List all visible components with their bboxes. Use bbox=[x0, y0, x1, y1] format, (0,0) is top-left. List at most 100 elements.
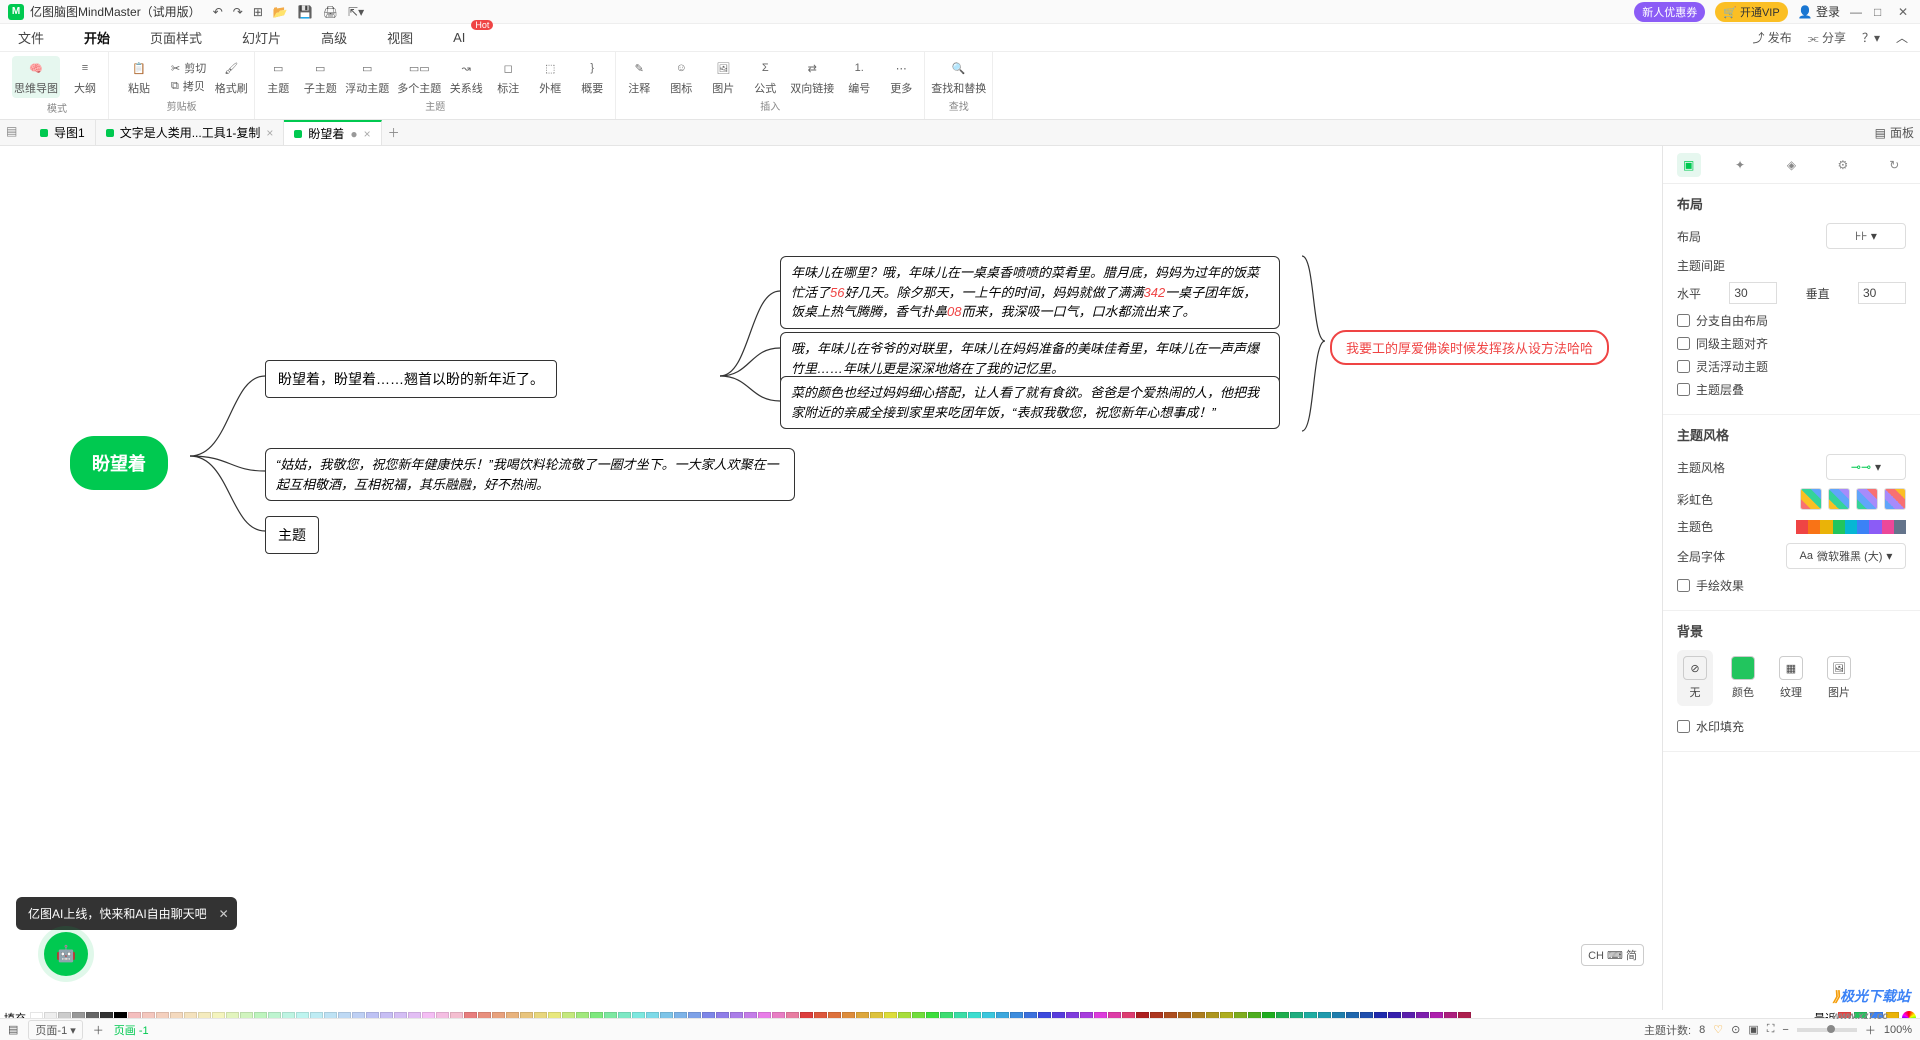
paste-button[interactable]: 📋粘贴 bbox=[115, 58, 163, 96]
callout-button[interactable]: ◻标注 bbox=[491, 58, 525, 96]
panel-tab-style-icon[interactable]: ✦ bbox=[1728, 153, 1752, 177]
page-list-icon[interactable]: ▤ bbox=[8, 1023, 18, 1036]
menu-slide[interactable]: 幻灯片 bbox=[236, 24, 287, 51]
tab-list-icon[interactable]: ▤ bbox=[6, 124, 24, 142]
formula-button[interactable]: Σ公式 bbox=[748, 58, 782, 96]
panel-toggle[interactable]: ▤ 面板 bbox=[1875, 124, 1914, 141]
menu-start[interactable]: 开始 bbox=[78, 24, 116, 51]
image-button[interactable]: 🖼图片 bbox=[706, 58, 740, 96]
branch-node-1[interactable]: 盼望着，盼望着……翘首以盼的新年近了。 bbox=[265, 360, 557, 398]
add-tab-icon[interactable]: ＋ bbox=[388, 124, 400, 141]
zoom-slider[interactable] bbox=[1797, 1028, 1857, 1032]
h-spacing-input[interactable]: 30 bbox=[1729, 282, 1777, 304]
bg-image[interactable]: 🖼图片 bbox=[1821, 650, 1857, 706]
minimize-icon[interactable]: — bbox=[1850, 5, 1864, 19]
undo-icon[interactable]: ↶ bbox=[213, 5, 223, 19]
redo-icon[interactable]: ↷ bbox=[233, 5, 243, 19]
panel-tab-settings-icon[interactable]: ⚙ bbox=[1831, 153, 1855, 177]
page-select[interactable]: 页面-1 ▾ bbox=[28, 1020, 82, 1040]
branch-node-2[interactable]: “姑姑，我敬您，祝您新年健康快乐！”我喝饮料轮流敬了一圈才坐下。一大家人欢聚在一… bbox=[265, 448, 795, 501]
find-replace-button[interactable]: 🔍查找和替换 bbox=[931, 58, 986, 96]
comment-button[interactable]: ✎注释 bbox=[622, 58, 656, 96]
zoom-out-icon[interactable]: − bbox=[1782, 1024, 1788, 1036]
menu-ai[interactable]: AIHot bbox=[447, 26, 471, 49]
subtopic-button[interactable]: ▭子主题 bbox=[303, 58, 337, 96]
cut-button[interactable]: ✂ 剪切 bbox=[171, 60, 206, 76]
menu-file[interactable]: 文件 bbox=[12, 24, 50, 51]
collapse-ribbon-icon[interactable]: ︿ bbox=[1896, 29, 1908, 46]
mode-mindmap-button[interactable]: 🧠思维导图 bbox=[12, 56, 60, 98]
copy-button[interactable]: ⧉ 拷贝 bbox=[171, 78, 206, 94]
doctab-2[interactable]: 盼望着●× bbox=[284, 120, 381, 145]
more-button[interactable]: ⋯更多 bbox=[884, 58, 918, 96]
page-name[interactable]: 页画 -1 bbox=[114, 1022, 149, 1038]
rainbow-swatch[interactable] bbox=[1828, 488, 1850, 510]
number-button[interactable]: 1.编号 bbox=[842, 58, 876, 96]
ai-fab[interactable]: 🤖 bbox=[44, 932, 88, 976]
canvas[interactable]: 盼望着 盼望着，盼望着……翘首以盼的新年近了。 年味儿在哪里？哦，年味儿在一桌桌… bbox=[0, 146, 1662, 1010]
share-link[interactable]: ⫘ 分享 bbox=[1808, 29, 1846, 46]
export-icon[interactable]: ⇱▾ bbox=[348, 5, 364, 19]
ime-badge[interactable]: CH ⌨ 简 bbox=[1581, 944, 1644, 966]
mode-outline-button[interactable]: ≡大纲 bbox=[68, 58, 102, 96]
bg-none[interactable]: ⊘无 bbox=[1677, 650, 1713, 706]
panel-tab-layout-icon[interactable]: ▣ bbox=[1677, 153, 1701, 177]
float-topic-button[interactable]: ▭浮动主题 bbox=[345, 58, 389, 96]
collapse-checkbox[interactable]: 主题层叠 bbox=[1677, 381, 1906, 398]
open-icon[interactable]: 📂 bbox=[273, 5, 288, 19]
login-link[interactable]: 👤 登录 bbox=[1798, 3, 1840, 20]
bg-texture[interactable]: ▦纹理 bbox=[1773, 650, 1809, 706]
watermark-checkbox[interactable]: 水印填充 bbox=[1677, 718, 1906, 735]
menu-page[interactable]: 页面样式 bbox=[144, 24, 208, 51]
close-tab-icon[interactable]: × bbox=[364, 127, 371, 141]
rainbow-swatch[interactable] bbox=[1884, 488, 1906, 510]
float-checkbox[interactable]: 灵活浮动主题 bbox=[1677, 358, 1906, 375]
panel-tab-history-icon[interactable]: ↻ bbox=[1882, 153, 1906, 177]
root-node[interactable]: 盼望着 bbox=[70, 436, 168, 490]
publish-link[interactable]: ⤴ 发布 bbox=[1752, 29, 1791, 46]
new-icon[interactable]: ⊞ bbox=[253, 5, 263, 19]
topic-button[interactable]: ▭主题 bbox=[261, 58, 295, 96]
vip-badge[interactable]: 🛒 开通VIP bbox=[1715, 2, 1787, 22]
multi-topic-button[interactable]: ▭▭多个主题 bbox=[397, 58, 441, 96]
handdrawn-checkbox[interactable]: 手绘效果 bbox=[1677, 577, 1906, 594]
close-tab-icon[interactable]: × bbox=[266, 126, 273, 140]
rainbow-swatch[interactable] bbox=[1856, 488, 1878, 510]
help-icon[interactable]: ？▾ bbox=[1862, 29, 1880, 46]
bg-color[interactable]: 颜色 bbox=[1725, 650, 1761, 706]
toast-close-icon[interactable]: ✕ bbox=[219, 907, 229, 921]
add-page-icon[interactable]: ＋ bbox=[93, 1022, 104, 1038]
zoom-in-icon[interactable]: ＋ bbox=[1865, 1022, 1876, 1038]
doctab-1[interactable]: 文字是人类用...工具1-复制× bbox=[96, 120, 285, 145]
menu-view[interactable]: 视图 bbox=[381, 24, 419, 51]
maximize-icon[interactable]: □ bbox=[1874, 5, 1888, 19]
style-select[interactable]: ⊸⊸ ▾ bbox=[1826, 454, 1906, 480]
format-painter-button[interactable]: 🖌格式刷 bbox=[214, 58, 248, 96]
center-icon[interactable]: ⊙ bbox=[1731, 1023, 1740, 1036]
align-checkbox[interactable]: 同级主题对齐 bbox=[1677, 335, 1906, 352]
font-select[interactable]: Aa 微软雅黑 (大) ▾ bbox=[1786, 543, 1906, 569]
branch-node-3[interactable]: 主题 bbox=[265, 516, 319, 554]
icon-button[interactable]: ☺图标 bbox=[664, 58, 698, 96]
close-icon[interactable]: ✕ bbox=[1898, 5, 1912, 19]
layout-select[interactable]: ⊦⊦ ▾ bbox=[1826, 223, 1906, 249]
boundary-button[interactable]: ⬚外框 bbox=[533, 58, 567, 96]
relation-button[interactable]: ↝关系线 bbox=[449, 58, 483, 96]
menu-advanced[interactable]: 高级 bbox=[315, 24, 353, 51]
note-node-1[interactable]: 年味儿在哪里？哦，年味儿在一桌桌香喷喷的菜肴里。腊月底，妈妈为过年的饭菜忙活了5… bbox=[780, 256, 1280, 329]
v-spacing-input[interactable]: 30 bbox=[1858, 282, 1906, 304]
summary-node[interactable]: 我要工的厚爱佛诶时候发挥孩从设方法哈哈 bbox=[1330, 330, 1609, 365]
summary-button[interactable]: }概要 bbox=[575, 58, 609, 96]
print-icon[interactable]: 🖨 bbox=[323, 5, 338, 19]
rainbow-swatch[interactable] bbox=[1800, 488, 1822, 510]
free-layout-checkbox[interactable]: 分支自由布局 bbox=[1677, 312, 1906, 329]
save-icon[interactable]: 💾 bbox=[298, 5, 313, 19]
hyperlink-button[interactable]: ⇄双向链接 bbox=[790, 58, 834, 96]
fit-icon[interactable]: ▣ bbox=[1748, 1023, 1758, 1036]
doctab-0[interactable]: 导图1 bbox=[30, 120, 96, 145]
panel-tab-tag-icon[interactable]: ◈ bbox=[1779, 153, 1803, 177]
note-node-3[interactable]: 菜的颜色也经过妈妈细心搭配，让人看了就有食欲。爸爸是个爱热闹的人，他把我家附近的… bbox=[780, 376, 1280, 429]
themecolor-strip[interactable] bbox=[1796, 520, 1906, 534]
coupon-badge[interactable]: 新人优惠券 bbox=[1634, 2, 1705, 22]
fullscreen-icon[interactable]: ⛶ bbox=[1767, 1023, 1775, 1036]
